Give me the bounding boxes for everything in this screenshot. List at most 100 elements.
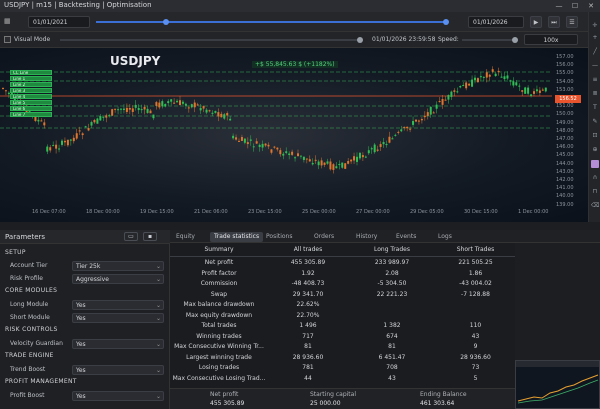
column-header[interactable]: All trades — [268, 245, 348, 255]
step-button[interactable]: ⏭ — [548, 16, 560, 28]
table-row[interactable]: Max Consecutive Losing Trad... 44 43 5 — [170, 374, 515, 384]
cursor-icon[interactable]: ✛ — [591, 22, 599, 30]
price-chart[interactable]: USDJPY +$ 55,845.63 $ (+1182%) CC Line Li… — [0, 48, 588, 222]
column-header[interactable]: Long Trades — [348, 245, 436, 255]
lock-icon[interactable]: ⊓ — [591, 188, 599, 196]
maximize-icon[interactable]: ☐ — [570, 1, 580, 11]
menu-button[interactable]: ☰ — [566, 16, 578, 28]
minimize-icon[interactable]: — — [554, 1, 564, 11]
color-swatch-icon[interactable] — [591, 160, 599, 168]
account-tier-select[interactable]: Tier 25k ⌄ — [72, 261, 164, 271]
close-icon[interactable]: ✕ — [586, 1, 596, 11]
order-label[interactable]: CC Line — [10, 70, 52, 75]
slider-start-handle[interactable] — [163, 19, 169, 25]
table-row[interactable]: Net profit 455 305.89 233 989.97 221 505.25 — [170, 258, 515, 268]
table-row[interactable]: Max equity drawdown 22.70% — [170, 311, 515, 321]
tab-positions[interactable]: Positions — [262, 232, 297, 242]
candle-body — [426, 112, 429, 116]
speed-slider-handle[interactable] — [512, 37, 518, 43]
crosshair-icon[interactable]: + — [591, 34, 599, 42]
order-label[interactable]: Line 2 — [10, 82, 52, 87]
profit-boost-select[interactable]: Yes ⌄ — [72, 391, 164, 401]
calendar-icon[interactable]: ▦ — [4, 17, 11, 25]
candle-body — [93, 119, 96, 123]
tab-orders[interactable]: Orders — [310, 232, 338, 242]
cell-value: 781 — [302, 364, 314, 371]
end-date-input[interactable]: 01/01/2026 — [468, 16, 524, 28]
candle-body — [438, 101, 441, 103]
select-value: Yes — [76, 341, 86, 348]
trend-boost-select[interactable]: Yes ⌄ — [72, 365, 164, 375]
tab-events[interactable]: Events — [392, 232, 420, 242]
order-label[interactable]: Line 7 — [10, 112, 52, 117]
text-tool-icon[interactable]: T — [591, 104, 599, 112]
tab-trade-statistics[interactable]: Trade statistics — [210, 232, 264, 242]
candle-body — [264, 143, 267, 146]
chevron-down-icon: ⌄ — [155, 315, 161, 322]
speed-value[interactable]: 100x — [524, 34, 578, 45]
channel-tool-icon[interactable]: ≡ — [591, 76, 599, 84]
price-tick-label: 141.00 — [556, 185, 574, 192]
magnet-icon[interactable]: ∩ — [591, 174, 599, 182]
line-tool-icon[interactable]: ╱ — [591, 48, 599, 56]
column-header[interactable]: Short Trades — [436, 245, 515, 255]
table-row[interactable]: Profit factor 1.92 2.08 1.86 — [170, 269, 515, 279]
candle-body — [276, 147, 279, 150]
candle-body — [196, 104, 199, 106]
order-label[interactable]: Line 6 — [10, 106, 52, 111]
tab-equity[interactable]: Equity — [172, 232, 199, 242]
candle-body — [69, 139, 72, 141]
order-label[interactable]: Line 1 — [10, 76, 52, 81]
folder-open-icon[interactable]: ▭ — [124, 232, 138, 241]
visual-mode-checkbox[interactable] — [4, 36, 11, 43]
order-label[interactable]: Line 5 — [10, 100, 52, 105]
row-label: Net profit — [204, 259, 234, 266]
price-tick-label: 154.00 — [556, 78, 574, 85]
risk-profile-select[interactable]: Aggressive ⌄ — [72, 274, 164, 284]
candle-body — [143, 106, 146, 110]
slider-end-handle[interactable] — [443, 19, 449, 25]
candle-body — [288, 153, 291, 155]
save-icon[interactable]: ▪ — [143, 232, 157, 241]
cell-value: 455 305.89 — [290, 259, 326, 266]
table-row[interactable]: Winning trades 717 674 43 — [170, 332, 515, 342]
speed-slider-track[interactable] — [462, 39, 518, 41]
brush-tool-icon[interactable]: ✎ — [591, 118, 599, 126]
play-button[interactable]: ▶ — [530, 16, 542, 28]
hline-tool-icon[interactable]: — — [591, 62, 599, 70]
velocity-guardian-select[interactable]: Yes ⌄ — [72, 339, 164, 349]
ruler-tool-icon[interactable]: ⊡ — [591, 132, 599, 140]
candle-body — [267, 144, 270, 147]
table-row[interactable]: Max balance drawdown 22.62% — [170, 300, 515, 310]
candle-body — [134, 104, 137, 108]
start-date-input[interactable]: 01/01/2021 — [28, 16, 90, 28]
fib-tool-icon[interactable]: ≣ — [591, 90, 599, 98]
zoom-in-icon[interactable]: ⊕ — [591, 146, 599, 154]
mini-chart-preview[interactable] — [515, 360, 600, 409]
table-row[interactable]: Total trades 1 496 1 382 110 — [170, 321, 515, 331]
short-module-select[interactable]: Yes ⌄ — [72, 313, 164, 323]
table-row[interactable]: Swap 29 341.70 22 221.23 -7 128.88 — [170, 290, 515, 300]
trash-icon[interactable]: ⌫ — [591, 202, 599, 210]
column-header[interactable]: Summary — [170, 245, 268, 255]
time-slider-handle[interactable] — [357, 37, 363, 43]
candle-body — [193, 102, 196, 108]
row-label: Largest winning trade — [186, 353, 252, 361]
candle-body — [415, 119, 417, 122]
candle-body — [131, 108, 134, 112]
candle-body — [37, 119, 40, 122]
time-slider-track[interactable] — [60, 39, 360, 41]
tab-history[interactable]: History — [352, 232, 381, 242]
table-row[interactable]: Losing trades 781 708 73 — [170, 363, 515, 373]
tab-logs[interactable]: Logs — [434, 232, 456, 242]
long-module-select[interactable]: Yes ⌄ — [72, 300, 164, 310]
chevron-down-icon: ⌄ — [155, 302, 161, 309]
order-label[interactable]: Line 4 — [10, 94, 52, 99]
table-row[interactable]: Largest winning trade 28 936.60 6 451.47 28… — [170, 353, 515, 363]
order-label[interactable]: Line 3 — [10, 88, 52, 93]
group-profit-management: PROFIT MANAGEMENT — [5, 378, 77, 385]
table-row[interactable]: Commission -48 408.73 -5 304.50 -43 004.02 — [170, 279, 515, 289]
date-range-slider[interactable] — [96, 21, 448, 23]
cell-value: 22.70% — [296, 311, 320, 319]
table-row[interactable]: Max Consecutive Winning Tr... 81 81 9 — [170, 342, 515, 352]
